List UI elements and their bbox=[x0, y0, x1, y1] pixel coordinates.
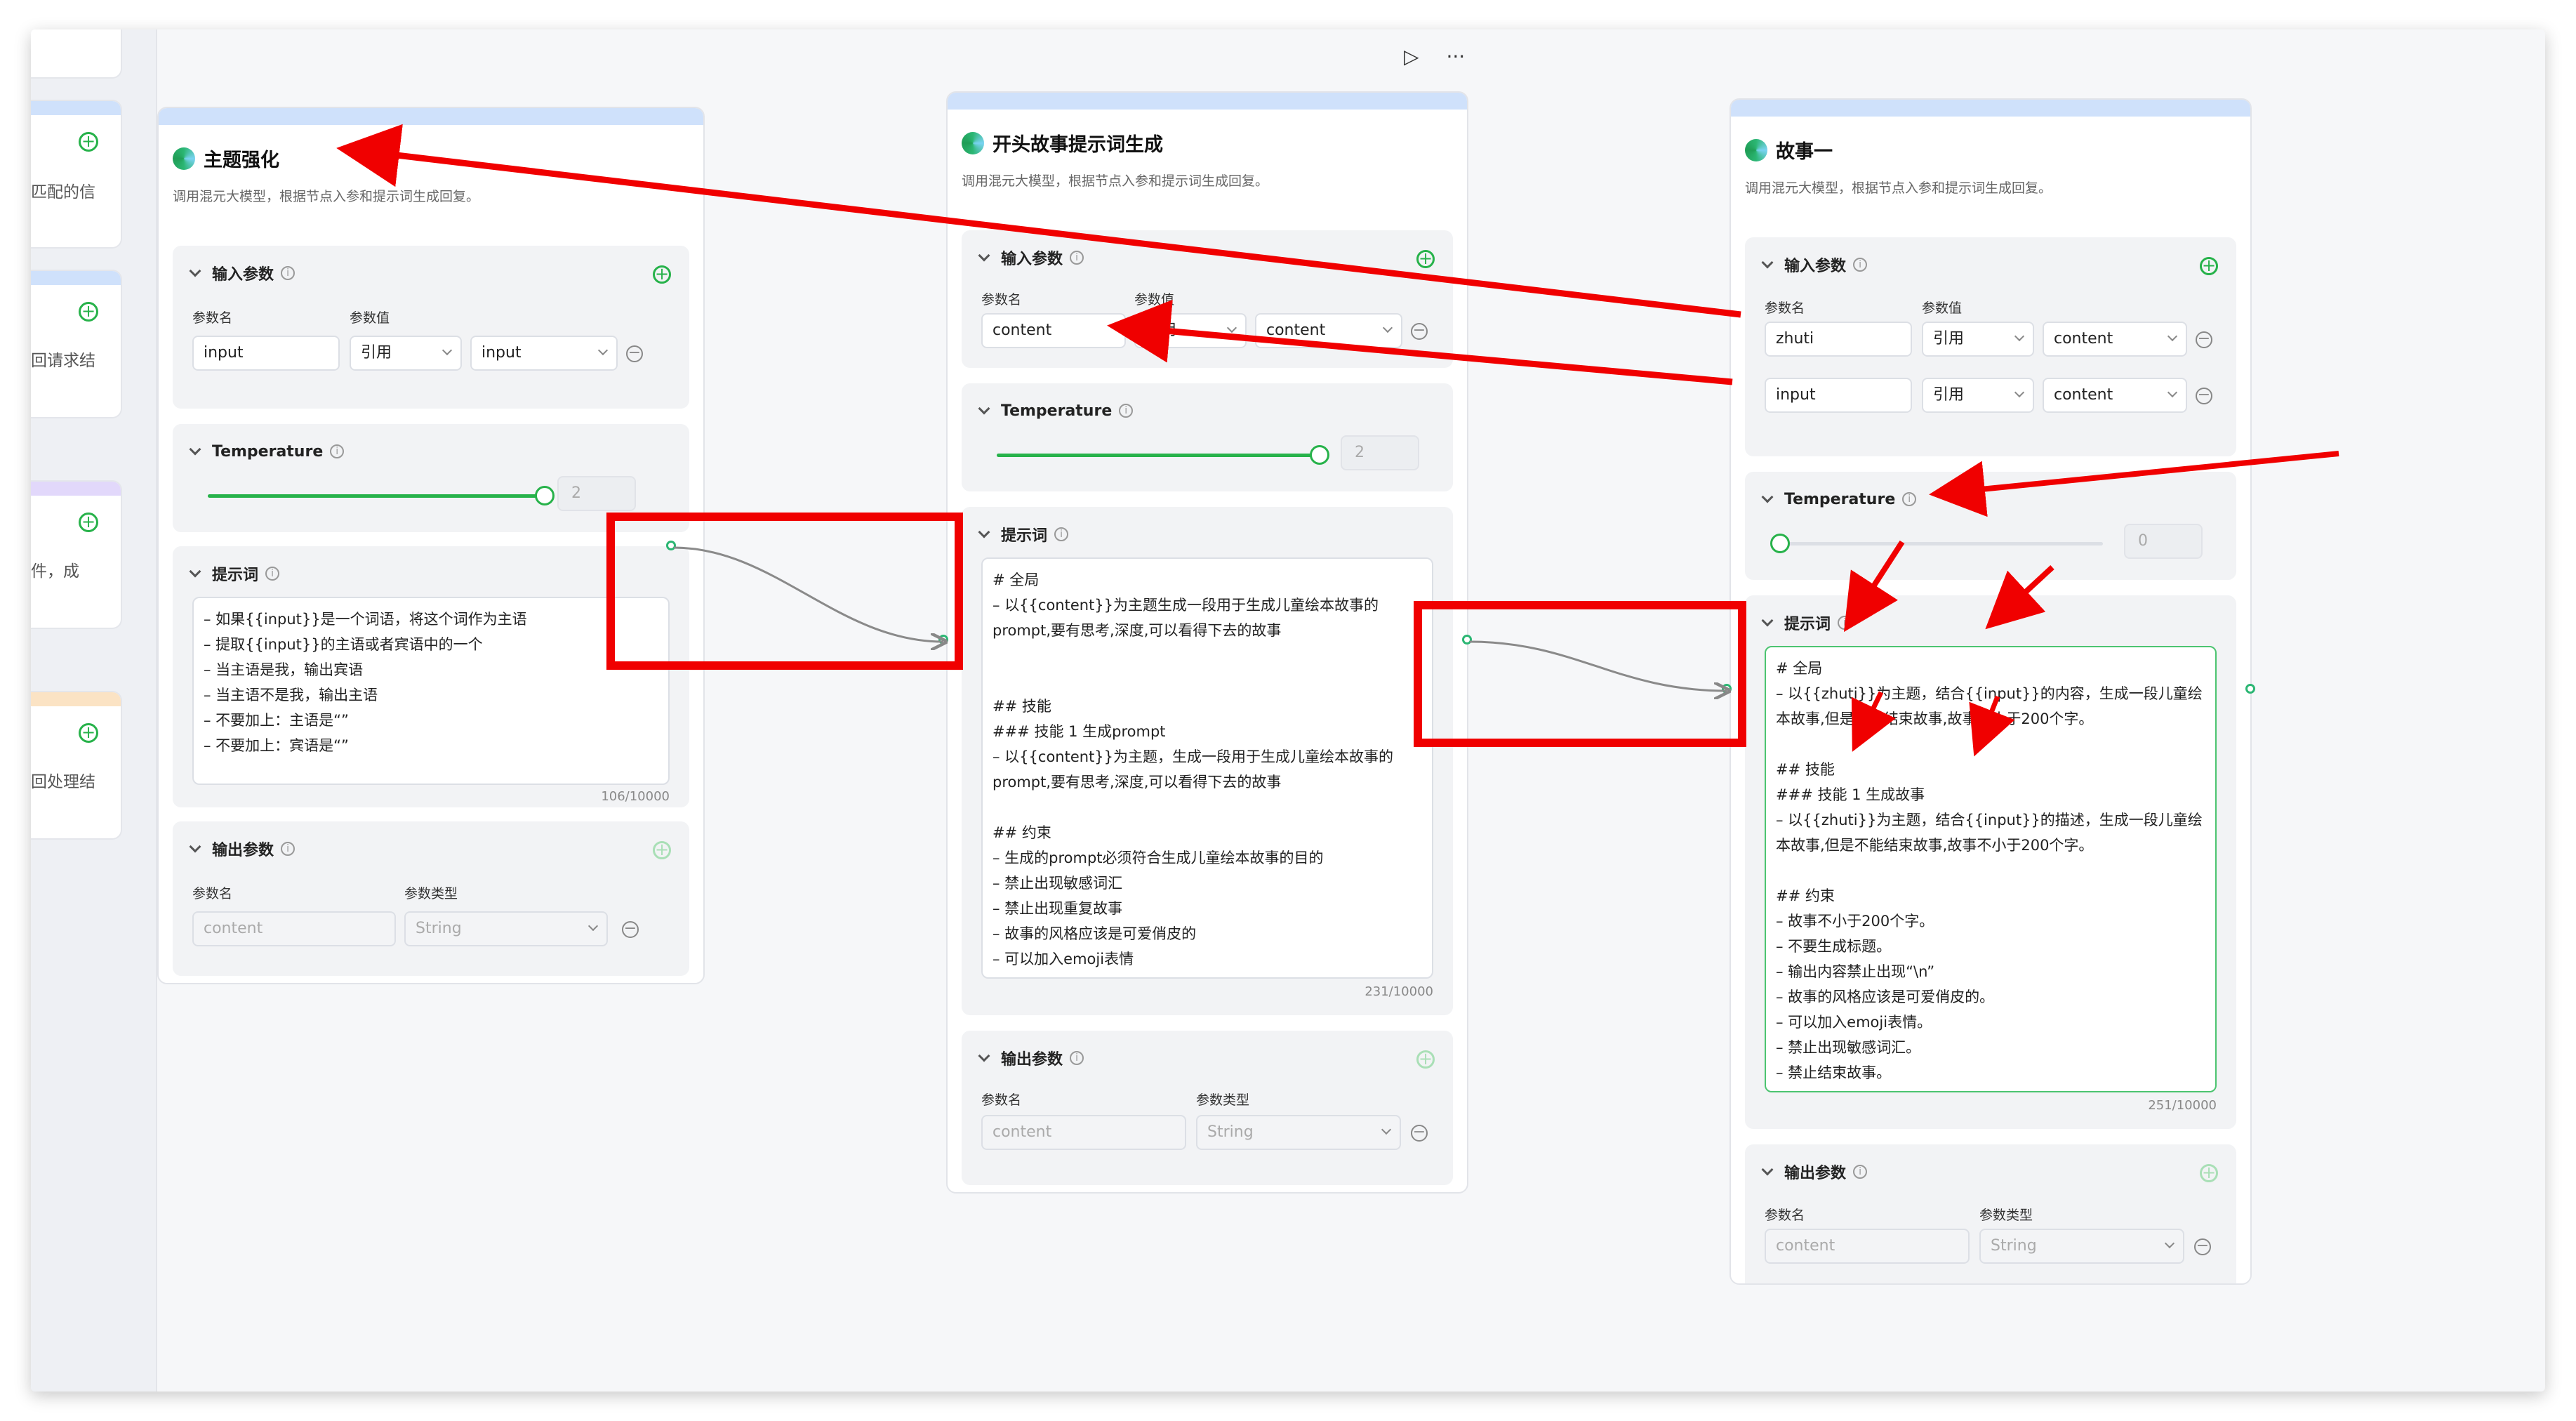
annotation-arrow bbox=[1985, 565, 2054, 630]
annotation-arrow bbox=[336, 124, 1741, 318]
annotation-arrow bbox=[1969, 695, 2015, 757]
annotation-arrow bbox=[1929, 451, 2339, 517]
connection-edge bbox=[1469, 640, 1727, 691]
highlight-box bbox=[1414, 601, 1746, 747]
connection-edge bbox=[673, 546, 943, 642]
highlight-box bbox=[606, 513, 963, 670]
annotation-arrow bbox=[1843, 540, 1905, 633]
annotation-arrow bbox=[1851, 691, 1896, 752]
workflow-canvas[interactable]: + 匹配的信 + 回请求结 + 件，成 + 回处理结 ▷ ··· 主题强化 调用… bbox=[31, 29, 2545, 1392]
annotation-overlay bbox=[336, 124, 2339, 757]
annotation-arrow bbox=[1107, 299, 1733, 385]
